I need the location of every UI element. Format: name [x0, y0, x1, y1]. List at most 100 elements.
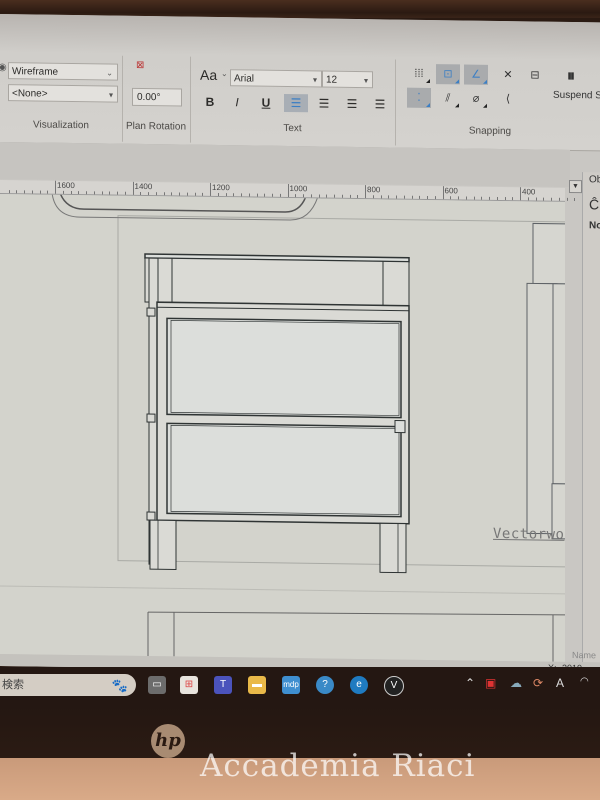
underline-button[interactable]: U: [256, 94, 276, 112]
object-snap-icon: ⊡: [443, 68, 453, 81]
ribbon-toolbar: ◉ Wireframe ⌄ <None> ▾ Visualization ⊠ 0…: [0, 14, 600, 152]
smart-points-button[interactable]: ⁚: [407, 87, 431, 109]
ruler-minor-tick: [481, 196, 483, 200]
taskbar-search[interactable]: 検索 🐾: [0, 674, 136, 696]
ruler-minor-tick: [349, 194, 351, 198]
ruler-label: 1400: [134, 181, 153, 192]
top-frame: [144, 257, 410, 307]
snapping-group: ⁞⁞⁞ ⊡ ∠ ✕ ⊟ ⁚ ⫽ ⌀ ⟨ ⏸ Suspend Se Snappin…: [395, 60, 600, 149]
font-size-value: 12: [326, 74, 338, 86]
ruler-minor-tick: [140, 191, 142, 195]
ruler-minor-tick: [512, 197, 514, 201]
chevron-down-icon: ⌄: [221, 69, 228, 79]
font-size-dropdown[interactable]: 12 ▾: [322, 70, 373, 89]
ruler-minor-tick: [217, 193, 219, 197]
task-view-icon[interactable]: ▭: [148, 676, 166, 694]
mdp-app-icon[interactable]: mdp: [282, 676, 300, 694]
chevron-up-icon[interactable]: ⌃: [465, 676, 475, 690]
ruler-minor-tick: [194, 192, 196, 196]
file-explorer-icon[interactable]: ▬: [248, 676, 266, 694]
vectorworks-icon[interactable]: V: [384, 676, 404, 696]
ruler-minor-tick: [264, 193, 266, 197]
ruler-label: 400: [522, 187, 536, 197]
justify-button[interactable]: ☰: [370, 95, 390, 113]
snap-to-intersection-button[interactable]: ✕: [496, 65, 520, 85]
cabinet-side-view[interactable]: [526, 222, 565, 540]
italic-button[interactable]: I: [227, 93, 247, 111]
bold-button[interactable]: B: [200, 93, 220, 111]
text-label: Text: [283, 122, 302, 135]
ruler-minor-tick: [179, 192, 180, 196]
lower-drawer-front: [166, 422, 402, 518]
align-right-button[interactable]: ☰: [342, 95, 362, 113]
triangle-down-icon: ▼: [572, 182, 579, 191]
ruler-minor-tick: [148, 192, 149, 196]
snap-to-working-plane-button[interactable]: ⟨: [496, 89, 520, 109]
align-right-icon: ☰: [346, 96, 358, 111]
class-dropdown[interactable]: <None> ▾: [8, 84, 118, 103]
chevron-down-icon: ▾: [363, 76, 368, 86]
snap-to-surface-button[interactable]: ⊟: [523, 65, 547, 85]
snap-to-angle-button[interactable]: ∠: [464, 64, 488, 85]
ruler-minor-tick: [357, 194, 359, 199]
side-block-top: [146, 307, 156, 317]
drawing-canvas[interactable]: Vectorwo: [0, 194, 565, 662]
ruler-minor-tick: [62, 190, 64, 194]
chevron-down-icon: ▾: [108, 90, 113, 100]
search-text: 検索: [2, 679, 24, 691]
tangent-icon: ⌀: [472, 92, 480, 105]
search-highlight-icon: 🐾: [111, 678, 128, 693]
suspend-snapping-button[interactable]: ⏸ Suspend Se: [551, 68, 600, 109]
title-block-text: Vectorwo: [493, 525, 565, 543]
align-center-button[interactable]: ☰: [314, 94, 334, 112]
ruler-minor-tick: [535, 197, 537, 201]
align-left-icon: ☰: [290, 96, 302, 111]
align-left-button[interactable]: ☰: [284, 93, 308, 113]
side-block-mid: [146, 413, 156, 423]
snap-to-object-button[interactable]: ⊡: [436, 64, 460, 85]
ruler-minor-tick: [504, 197, 506, 201]
lightbulb-icon: ◉: [0, 61, 7, 74]
ruler-minor-tick: [295, 194, 297, 198]
render-mode-dropdown[interactable]: Wireframe ⌄: [8, 62, 118, 81]
smart-edge-button[interactable]: ⫽: [436, 88, 460, 108]
plan-rotation-icon[interactable]: ⊠: [136, 60, 144, 71]
ruler-minor-tick: [155, 192, 157, 196]
dropdown-corner-icon: [483, 79, 487, 84]
dropdown-corner-icon: [426, 78, 430, 84]
sync-icon[interactable]: ⟳: [533, 676, 543, 690]
font-value: Arial: [234, 73, 255, 85]
edge-icon[interactable]: e: [350, 676, 368, 694]
plan-rotation-group: ⊠ 0.00° Plan Rotation: [122, 55, 191, 143]
text-style-button[interactable]: Aa: [200, 67, 217, 83]
plan-rotation-field[interactable]: 0.00°: [132, 87, 182, 107]
lower-viewport[interactable]: [147, 609, 565, 662]
cabinet-elevation[interactable]: [144, 253, 410, 574]
tray-app-icon[interactable]: ▣: [485, 676, 496, 690]
justify-icon: ☰: [374, 97, 386, 112]
name-field[interactable]: Name: [572, 650, 596, 660]
teams-icon[interactable]: T: [214, 676, 232, 694]
ruler-minor-tick: [70, 190, 72, 194]
ruler-minor-tick: [473, 196, 475, 200]
wifi-icon[interactable]: ◠: [580, 676, 589, 687]
ruler-minor-tick: [233, 193, 235, 197]
font-dropdown[interactable]: Arial ▾: [230, 69, 322, 88]
ruler-minor-tick: [450, 196, 452, 200]
panel-dropdown-button[interactable]: ▼: [569, 179, 582, 194]
smart-edge-icon: ⫽: [445, 92, 451, 105]
grid-icon: ⁞⁞⁞: [414, 67, 424, 80]
help-icon[interactable]: ?: [316, 676, 334, 694]
cloud-icon[interactable]: ☁: [510, 676, 522, 690]
ruler-major-tick: [442, 186, 444, 200]
ruler-minor-tick: [574, 198, 576, 202]
snap-to-tangent-button[interactable]: ⌀: [464, 88, 488, 108]
side-view-door: [552, 283, 565, 485]
ruler-major-tick: [210, 182, 211, 196]
ruler-minor-tick: [403, 195, 405, 199]
snap-to-grid-button[interactable]: ⁞⁞⁞: [407, 64, 431, 84]
ime-icon[interactable]: A: [556, 676, 564, 690]
ruler-minor-tick: [202, 192, 204, 196]
drawer-notch: [394, 420, 406, 434]
microsoft-store-icon[interactable]: ⊞: [180, 676, 198, 694]
